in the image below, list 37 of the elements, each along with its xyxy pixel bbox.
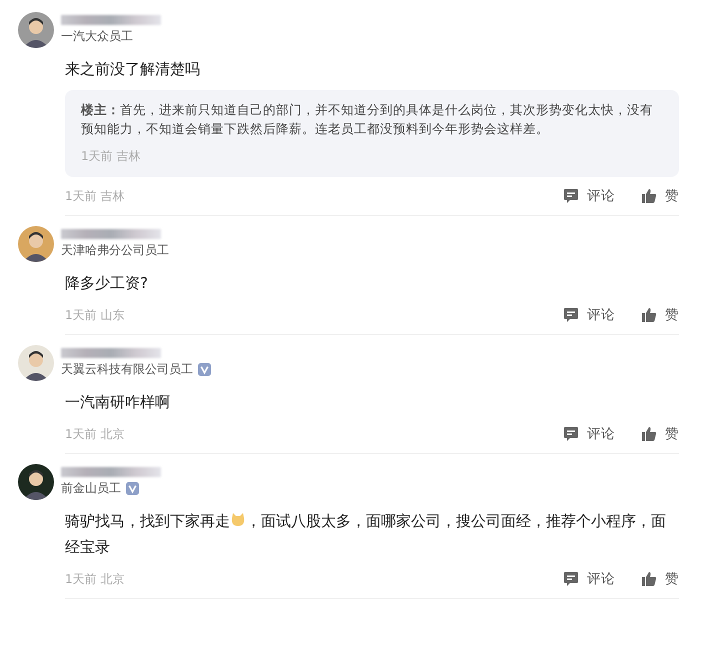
comment-button[interactable]: 评论 [563, 306, 615, 324]
author-company: 天翼云科技有限公司员工 [61, 361, 193, 378]
comment-text: 来之前没了解清楚吗 [65, 59, 201, 80]
speech-bubble-icon [563, 426, 579, 442]
thumbs-up-icon [641, 571, 657, 587]
thumbs-up-icon [641, 307, 657, 323]
speech-bubble-icon [563, 571, 579, 587]
speech-bubble-icon [563, 307, 579, 323]
comment-button[interactable]: 评论 [563, 570, 615, 588]
like-button[interactable]: 赞 [641, 187, 679, 205]
like-button[interactable]: 赞 [641, 425, 679, 443]
comment-text: 骑驴找马，找到下家再走 ，面试八股太多，面哪家公司，搜公司面经，推荐个小程序，面经宝录 [65, 511, 667, 558]
author-company: 前金山员工 [61, 480, 121, 497]
avatar [18, 464, 54, 500]
avatar [18, 345, 54, 381]
comment-text: 一汽南研咋样啊 [65, 392, 171, 413]
comment-text: 降多少工资? [65, 273, 149, 294]
author-company: 天津哈弗分公司员工 [61, 242, 169, 259]
speech-bubble-icon [563, 188, 579, 204]
avatar [18, 12, 54, 48]
comment-meta: 1天前 北京 [65, 426, 124, 442]
comment-button[interactable]: 评论 [563, 187, 615, 205]
thumbs-up-icon [641, 426, 657, 442]
comment-meta: 1天前 山东 [65, 306, 124, 324]
cat-emoji-icon [230, 512, 246, 528]
comment-meta: 1天前 吉林 [65, 188, 124, 204]
verified-icon [198, 363, 211, 376]
comment-meta: 1天前 北京 [65, 570, 124, 588]
comment-button[interactable]: 评论 [563, 425, 615, 443]
verified-icon [126, 482, 139, 495]
reply-meta: 1天前 吉林 [81, 148, 142, 165]
avatar [18, 226, 54, 262]
like-button[interactable]: 赞 [641, 306, 679, 324]
thumbs-up-icon [641, 188, 657, 204]
reply-text: 楼主：首先，进来前只知道自己的部门，并不知道分到的具体是什么岗位，其次形势变化太快，没有预知能力，不知道会销量下跌然后降薪。连老员工都没预料到今年形势会这样差。 [81, 101, 654, 138]
author-company: 一汽大众员工 [61, 28, 133, 45]
like-button[interactable]: 赞 [641, 570, 679, 588]
